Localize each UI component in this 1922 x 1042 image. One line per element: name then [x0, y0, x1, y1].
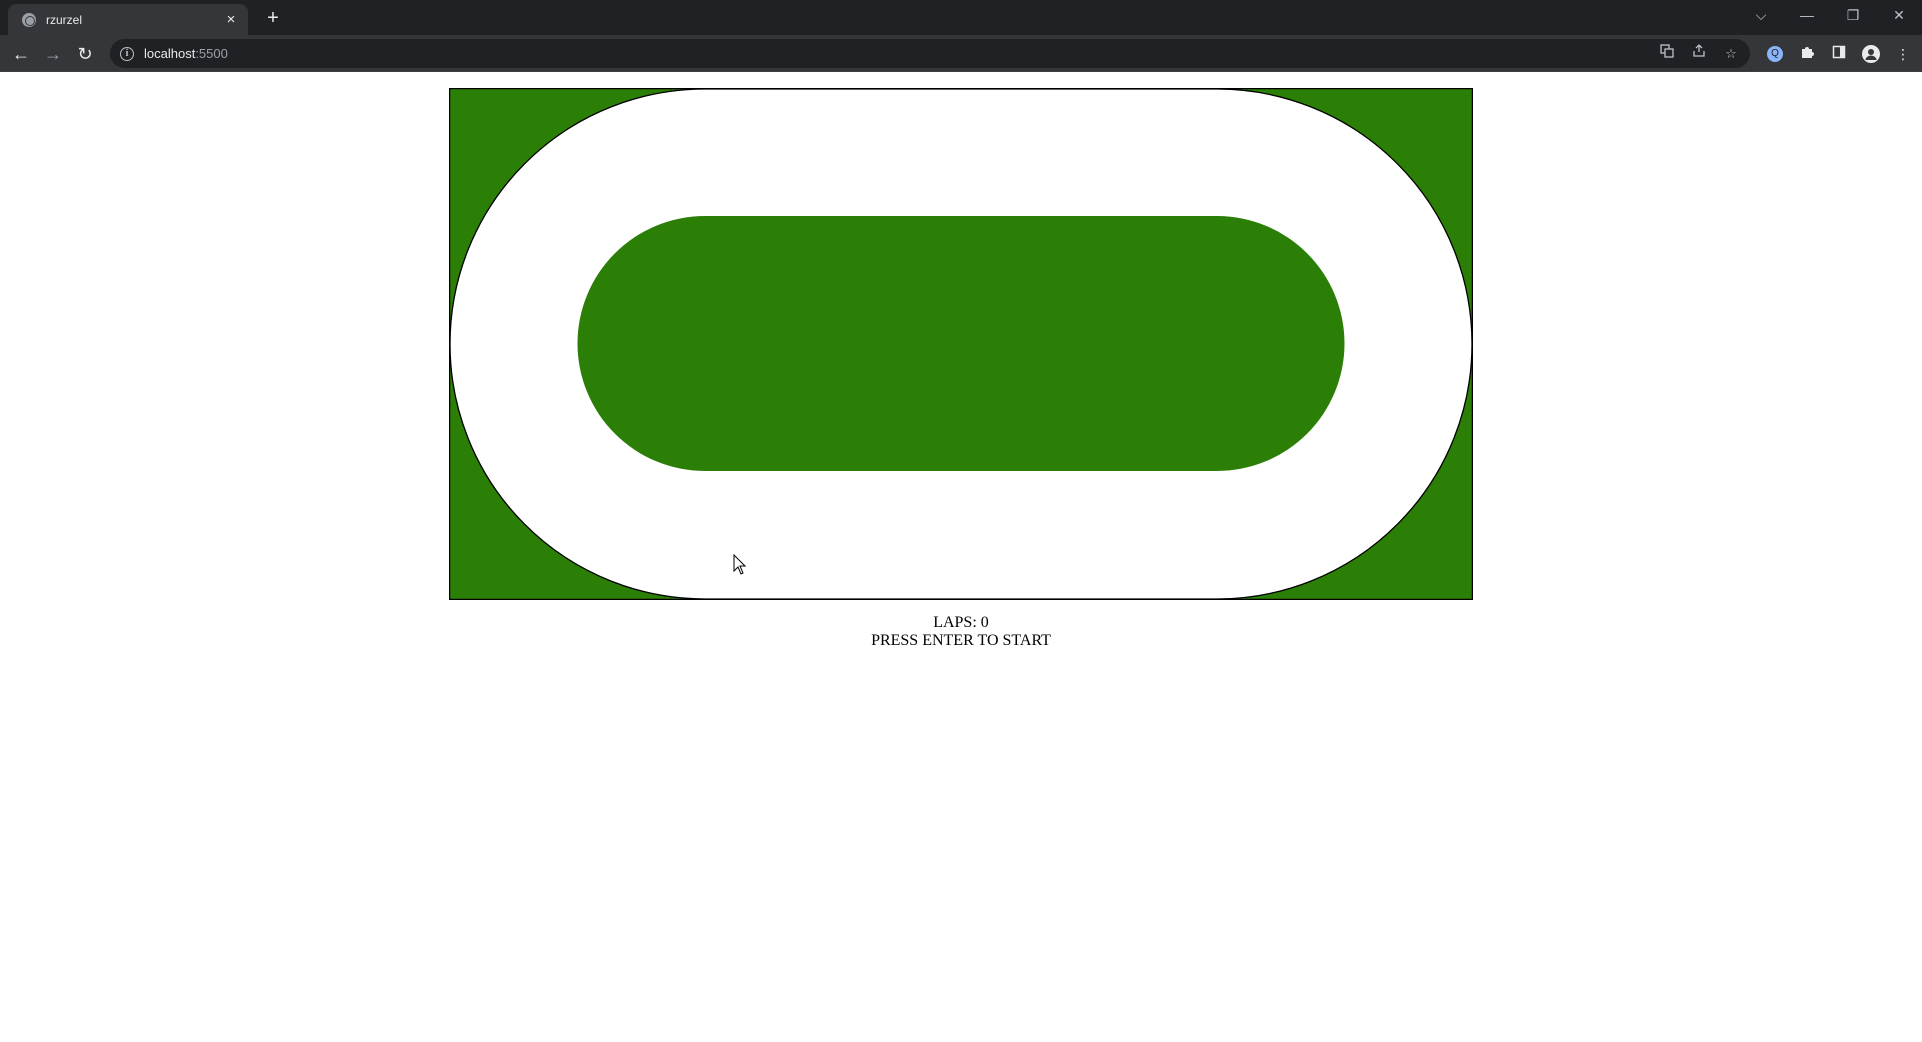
browser-tab[interactable]: rzurzel × [8, 4, 248, 35]
page-viewport: LAPS: 0 PRESS ENTER TO START [0, 72, 1922, 1042]
side-panel-icon[interactable] [1826, 41, 1852, 67]
url-host: localhost [144, 46, 196, 61]
restore-button[interactable]: ❐ [1830, 0, 1876, 30]
tab-close-icon[interactable]: × [222, 11, 240, 29]
globe-icon [22, 12, 36, 27]
bookmark-star-icon[interactable]: ☆ [1720, 43, 1742, 65]
reload-button[interactable]: ↻ [72, 41, 98, 67]
browser-toolbar: ← → ↻ i localhost:5500 ☆ Q ⋮ [0, 35, 1922, 72]
forward-button[interactable]: → [40, 41, 66, 67]
toolbar-actions: Q ⋮ [1762, 41, 1916, 67]
address-bar[interactable]: i localhost:5500 ☆ [110, 39, 1750, 68]
browser-tabstrip: rzurzel × + ⌵ — ❐ ✕ [0, 0, 1922, 35]
window-controls: ⌵ — ❐ ✕ [1738, 0, 1922, 30]
infield-grass [577, 216, 1345, 472]
minimize-button[interactable]: — [1784, 0, 1830, 30]
translate-icon[interactable] [1656, 43, 1678, 65]
start-prompt: PRESS ENTER TO START [871, 632, 1051, 649]
extension-profile-icon[interactable]: Q [1767, 46, 1783, 62]
share-icon[interactable] [1688, 43, 1710, 65]
laps-counter: LAPS: 0 [933, 614, 989, 631]
tab-search-chevron-icon[interactable]: ⌵ [1738, 0, 1784, 30]
race-track-canvas[interactable] [449, 88, 1473, 600]
tab-title: rzurzel [46, 12, 83, 27]
menu-kebab-icon[interactable]: ⋮ [1890, 41, 1916, 67]
extensions-puzzle-icon[interactable] [1794, 41, 1820, 67]
site-info-icon[interactable]: i [120, 46, 134, 61]
back-button[interactable]: ← [8, 41, 34, 67]
mouse-cursor-icon [733, 554, 747, 575]
new-tab-button[interactable]: + [260, 5, 286, 31]
omnibox-actions: ☆ [1656, 43, 1742, 65]
url-port: :5500 [195, 46, 228, 61]
close-window-button[interactable]: ✕ [1876, 0, 1922, 30]
game-hud: LAPS: 0 PRESS ENTER TO START [0, 614, 1922, 650]
profile-avatar-icon[interactable] [1862, 45, 1880, 63]
